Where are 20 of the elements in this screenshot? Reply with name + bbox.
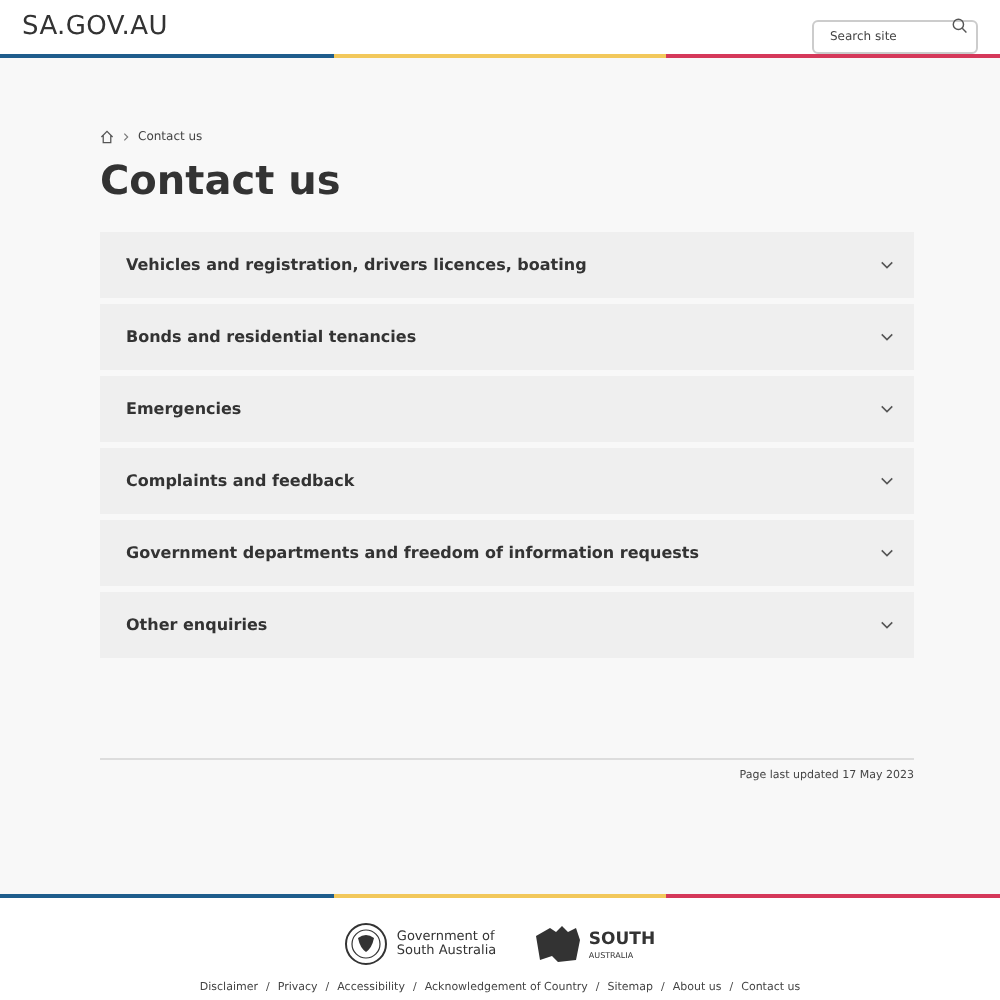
accordion-item[interactable]: Vehicles and registration, drivers licences, boating [100,232,914,298]
chevron-down-icon [880,260,894,270]
accordion-item[interactable]: Emergencies [100,376,914,442]
accordion-item[interactable]: Other enquiries [100,592,914,658]
page-title: Contact us [100,156,343,204]
chevron-down-icon [880,332,894,342]
home-icon[interactable] [100,130,114,144]
chevron-down-icon [880,620,894,630]
search-icon[interactable] [952,18,968,34]
brand-logo-text: SOUTH [588,929,656,949]
site-logo[interactable]: SA.GOV.AU [22,12,168,42]
accordion-item[interactable]: Complaints and feedback [100,448,914,514]
crest-icon [344,922,389,966]
chevron-icon [122,132,130,142]
chevron-down-icon [880,548,894,558]
chevron-down-icon [880,404,894,414]
accordion-item[interactable]: Bonds and residential tenancies [100,304,914,370]
accordion-item[interactable]: Government departments and freedom of information requests [100,520,914,586]
state-map-icon [534,924,583,964]
chevron-down-icon [880,476,894,486]
